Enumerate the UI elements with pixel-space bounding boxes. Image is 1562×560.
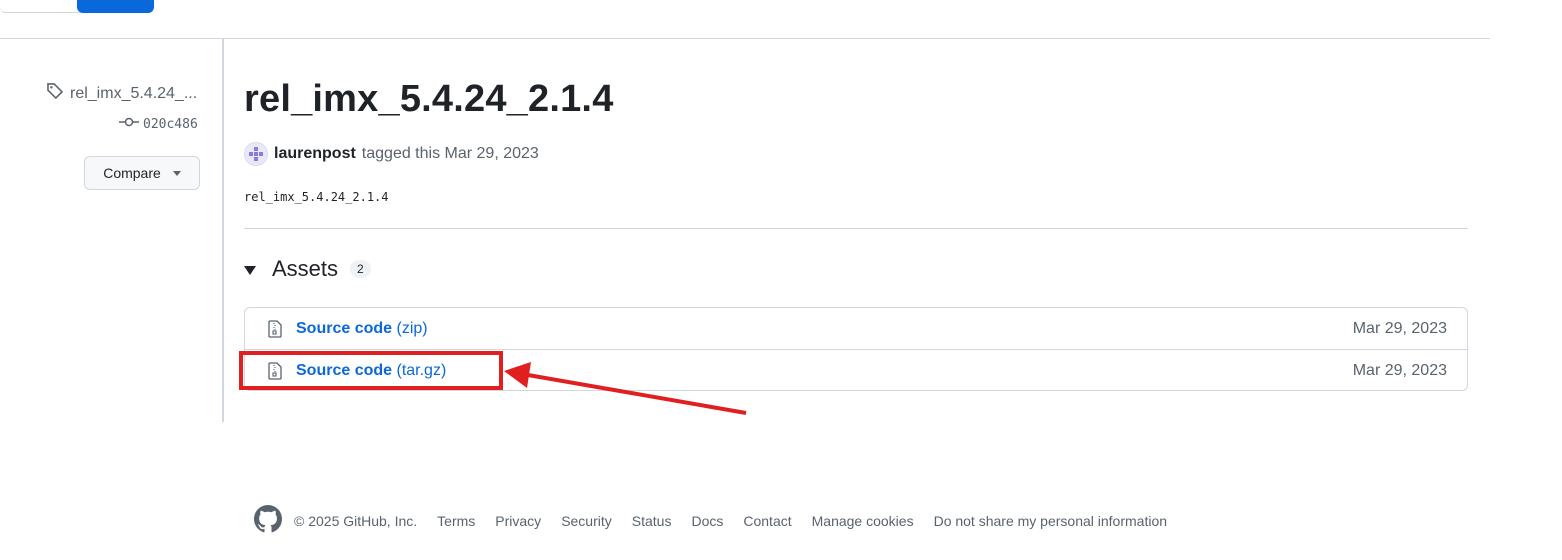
tag-name[interactable]: rel_imx_5.4.24_... [70,85,197,103]
assets-list: Source code (zip) Mar 29, 2023 Source co… [244,307,1468,391]
asset-date: Mar 29, 2023 [1352,319,1447,337]
asset-link-zip[interactable]: Source code (zip) [296,320,428,338]
annotation-arrow [504,362,747,415]
tag-icon [46,82,64,105]
compare-label: Compare [103,165,161,181]
commit-sha[interactable]: 020c486 [143,117,198,132]
github-logo-icon[interactable] [254,505,282,536]
footer-link-privacy[interactable]: Privacy [495,513,541,529]
primary-button[interactable] [77,0,154,13]
sidebar-divider [222,38,224,422]
asset-ext: (tar.gz) [396,361,447,379]
tagged-text: tagged this Mar 29, 2023 [361,145,539,162]
author-link[interactable]: laurenpost [274,145,356,163]
assets-count-badge: 2 [350,260,371,278]
asset-row: Source code (zip) Mar 29, 2023 [245,308,1467,349]
asset-date: Mar 29, 2023 [1352,361,1447,379]
sidebar-commit[interactable]: 020c486 [119,116,198,132]
asset-link-tar-gz[interactable]: Source code (tar.gz) [296,362,446,380]
release-title[interactable]: rel_imx_5.4.24_2.1.4 [244,78,614,121]
asset-name: Source code [296,319,393,337]
chevron-down-icon [172,170,181,176]
asset-ext: (zip) [396,319,428,337]
triangle-down-icon [244,265,256,275]
footer-link-status[interactable]: Status [632,513,672,529]
footer-link-terms[interactable]: Terms [437,513,475,529]
footer-link-security[interactable]: Security [561,513,612,529]
file-zip-icon [267,362,283,385]
compare-button[interactable]: Compare [84,156,200,190]
file-zip-icon [267,320,283,343]
footer-copyright: © 2025 GitHub, Inc. [294,512,418,529]
footer: © 2025 GitHub, Inc. Terms Privacy Securi… [254,505,1167,536]
release-author-line: laurenpost tagged this Mar 29, 2023 [244,142,539,166]
assets-heading: Assets [272,256,339,281]
footer-link-do-not-share[interactable]: Do not share my personal information [934,513,1167,529]
asset-row: Source code (tar.gz) Mar 29, 2023 [245,349,1467,391]
search-input[interactable] [0,0,81,13]
assets-toggle[interactable]: Assets 2 [244,256,371,282]
tag-message: rel_imx_5.4.24_2.1.4 [244,190,389,204]
avatar[interactable] [244,142,268,166]
content-divider [244,228,1468,229]
footer-link-docs[interactable]: Docs [691,513,723,529]
footer-link-contact[interactable]: Contact [743,513,791,529]
sidebar-tag[interactable]: rel_imx_5.4.24_... [46,82,206,105]
footer-link-manage-cookies[interactable]: Manage cookies [812,513,914,529]
commit-icon [119,116,139,132]
asset-name: Source code [296,361,393,379]
